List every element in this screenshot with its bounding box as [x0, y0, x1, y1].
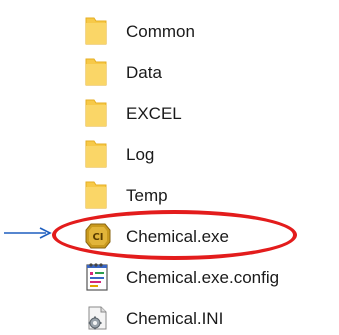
file-item-label: Temp	[126, 185, 168, 205]
folder-icon	[84, 138, 116, 170]
file-item-label: Chemical.exe.config	[126, 267, 280, 287]
file-item-common[interactable]: Common	[84, 13, 195, 49]
file-item-label: Chemical.INI	[126, 308, 224, 328]
file-item-chemical-exe[interactable]: CI Chemical.exe	[84, 218, 229, 254]
folder-icon	[84, 15, 116, 47]
exe-badge-text: CI	[92, 232, 103, 243]
file-item-label: Chemical.exe	[126, 226, 229, 246]
file-item-label: Data	[126, 62, 162, 82]
file-item-label: Common	[126, 21, 195, 41]
file-item-excel[interactable]: EXCEL	[84, 95, 182, 131]
pointer-arrow-icon	[4, 227, 52, 239]
file-item-chemical-ini[interactable]: Chemical.INI	[84, 300, 223, 335]
file-item-chemical-exe-config[interactable]: Chemical.exe.config	[84, 259, 279, 295]
config-file-icon	[84, 261, 116, 293]
file-list: Common Data EXCEL Log Temp CI Chemical.e…	[0, 0, 339, 335]
file-item-log[interactable]: Log	[84, 136, 154, 172]
folder-icon	[84, 56, 116, 88]
file-item-data[interactable]: Data	[84, 54, 162, 90]
exe-app-icon: CI	[84, 220, 116, 252]
file-item-temp[interactable]: Temp	[84, 177, 168, 213]
folder-icon	[84, 179, 116, 211]
ini-settings-icon	[84, 302, 116, 334]
file-item-label: Log	[126, 144, 155, 164]
folder-icon	[84, 97, 116, 129]
file-item-label: EXCEL	[126, 103, 182, 123]
